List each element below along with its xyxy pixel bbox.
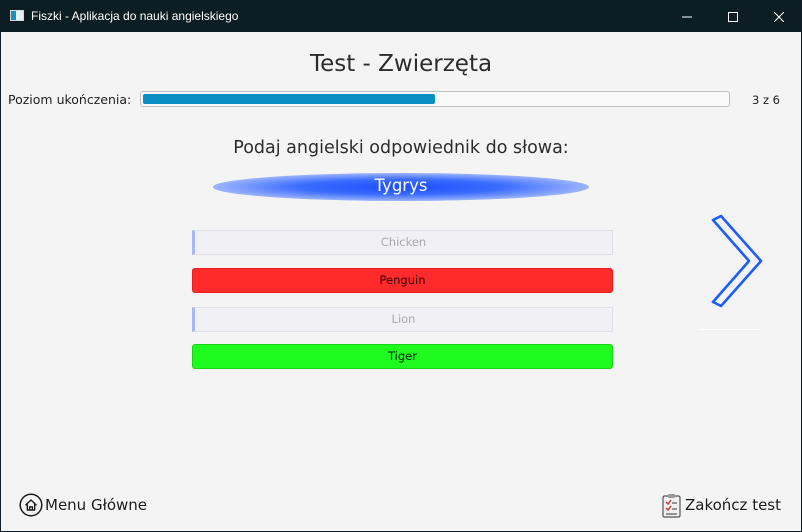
question-prompt: Podaj angielski odpowiednik do słowa: [233, 138, 569, 158]
answer-option-penguin[interactable]: Penguin [192, 268, 613, 293]
answer-option-chicken[interactable]: Chicken [192, 230, 613, 255]
progress-bar [140, 91, 730, 107]
next-question-button[interactable] [699, 211, 765, 311]
chevron-right-icon [711, 214, 763, 308]
app-window: Fiszki - Aplikacja do nauki angielskiego… [0, 0, 802, 532]
maximize-icon [728, 12, 738, 22]
window-title: Fiszki - Aplikacja do nauki angielskiego [31, 9, 239, 23]
home-icon [19, 493, 43, 517]
finish-test-label: Zakończ test [685, 496, 781, 514]
test-title: Test - Zwierzęta [309, 51, 493, 77]
main-menu-label: Menu Główne [45, 496, 148, 514]
minimize-button[interactable] [664, 1, 710, 32]
next-button-underline [699, 329, 761, 330]
word-to-translate: Tygrys [374, 176, 428, 195]
minimize-icon [682, 16, 692, 18]
maximize-button[interactable] [710, 1, 756, 32]
progress-bar-fill [143, 94, 435, 104]
progress-count: 3 z 6 [752, 93, 780, 107]
title-bar[interactable]: Fiszki - Aplikacja do nauki angielskiego [1, 1, 801, 32]
app-icon [10, 10, 24, 21]
close-button[interactable] [756, 1, 801, 32]
answer-option-tiger[interactable]: Tiger [192, 344, 613, 369]
checklist-icon [662, 494, 681, 518]
progress-label: Poziom ukończenia: [8, 92, 132, 107]
answer-option-lion[interactable]: Lion [192, 307, 613, 332]
close-icon [773, 11, 785, 23]
